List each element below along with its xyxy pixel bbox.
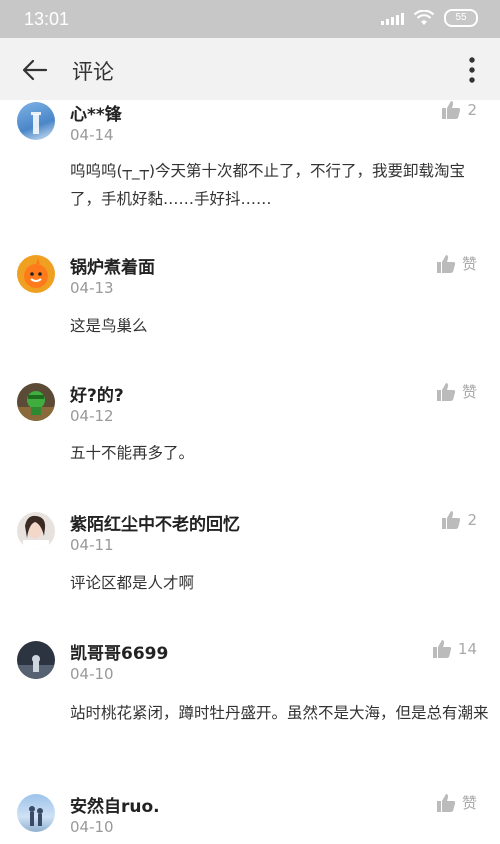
thumbs-up-icon	[432, 640, 452, 658]
commenter-name[interactable]: 好?的?	[70, 381, 124, 406]
comment-text: 评论区都是人才啊	[70, 574, 195, 592]
comment-date: 04-14	[70, 126, 114, 144]
thumbs-up-icon	[442, 511, 461, 529]
like-button[interactable]: 赞	[436, 253, 477, 274]
wifi-icon	[414, 10, 434, 25]
like-count: 14	[457, 640, 477, 658]
like-button[interactable]: 赞	[436, 381, 477, 402]
like-button[interactable]: 2	[441, 100, 477, 120]
thumbs-up-icon	[436, 793, 456, 812]
status-bar: 13:01 55	[0, 0, 500, 38]
avatar[interactable]	[17, 641, 55, 679]
comment-date: 04-12	[70, 407, 114, 425]
like-count: 赞	[461, 794, 477, 812]
comment-text: 呜呜呜(┬_┬)今天第十次都不止了，不行了，我要卸载淘宝了，手机好黏……手好抖……	[70, 162, 466, 208]
comment-text: 五十不能再多了。	[70, 444, 195, 462]
avatar[interactable]	[17, 255, 55, 293]
page-title: 评论	[72, 60, 114, 84]
back-arrow-icon[interactable]	[20, 55, 50, 85]
commenter-name[interactable]: 凯哥哥6699	[70, 639, 168, 664]
thumbs-up-icon	[442, 101, 461, 119]
commenter-name[interactable]: 锅炉煮着面	[70, 253, 155, 278]
app-bar: 评论	[0, 38, 500, 100]
commenter-name[interactable]: 心**锋	[70, 100, 122, 125]
avatar[interactable]	[17, 512, 55, 550]
battery-icon: 55	[444, 9, 478, 27]
like-count: 2	[467, 101, 477, 119]
commenter-name[interactable]: 安然自ruo.	[70, 792, 160, 817]
comment-date: 04-13	[70, 279, 114, 297]
more-options-icon[interactable]	[468, 56, 476, 84]
like-count: 赞	[461, 255, 477, 273]
thumbs-up-icon	[436, 254, 456, 273]
like-count: 赞	[461, 383, 477, 401]
like-count: 2	[467, 511, 477, 529]
comment-date: 04-10	[70, 818, 114, 836]
comment-date: 04-11	[70, 536, 114, 554]
commenter-name[interactable]: 紫陌红尘中不老的回忆	[70, 510, 240, 535]
like-button[interactable]: 14	[432, 639, 477, 659]
thumbs-up-icon	[436, 382, 456, 401]
comment-text: 站时桃花紧闭，蹲时牡丹盛开。虽然不是大海，但是总有潮来	[70, 704, 489, 722]
avatar[interactable]	[17, 383, 55, 421]
avatar[interactable]	[17, 794, 55, 832]
signal-icon	[381, 11, 404, 25]
comment-text: 这是鸟巢么	[70, 317, 148, 335]
avatar[interactable]	[17, 102, 55, 140]
like-button[interactable]: 赞	[436, 792, 477, 813]
comment-date: 04-10	[70, 665, 114, 683]
status-time: 13:01	[24, 9, 70, 29]
like-button[interactable]: 2	[441, 510, 477, 530]
